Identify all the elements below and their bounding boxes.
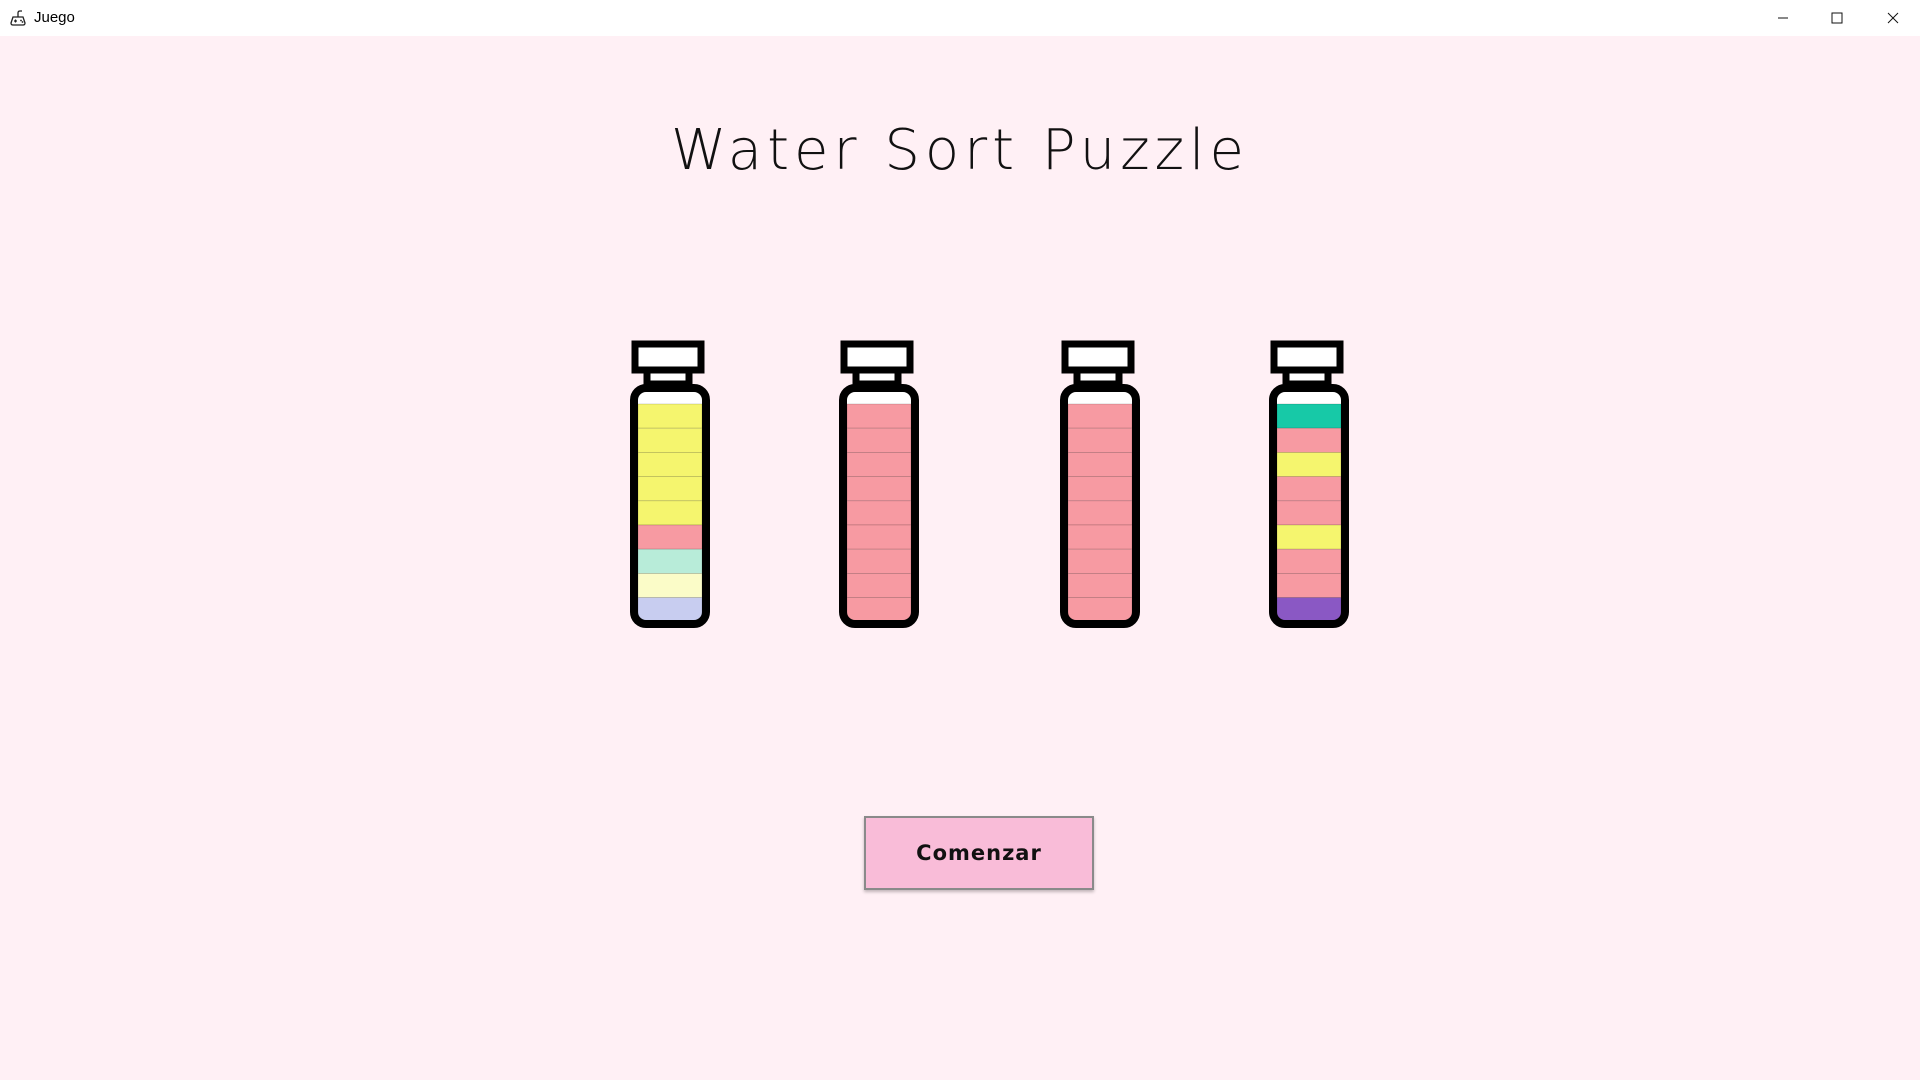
liquid-layer [637, 476, 703, 502]
liquid-layer [1276, 427, 1342, 453]
liquid-layer [846, 476, 912, 502]
liquid-layer [846, 452, 912, 478]
bottle-neck [852, 366, 902, 388]
liquid-layer [1276, 597, 1342, 623]
bottle-row [0, 0, 1920, 1080]
liquid-layer [637, 403, 703, 429]
liquid-layer [846, 597, 912, 623]
liquid-layer [1276, 548, 1342, 574]
liquid-layer [637, 452, 703, 478]
liquid-layer [846, 427, 912, 453]
bottle-neck [643, 366, 693, 388]
liquid-layer [1067, 476, 1133, 502]
bottle-cap [840, 340, 914, 374]
bottle-cap [1061, 340, 1135, 374]
liquid-layer [1276, 452, 1342, 478]
liquid-layer [1067, 597, 1133, 623]
bottle-neck [1073, 366, 1123, 388]
liquid-layer [846, 572, 912, 598]
liquid-layer [846, 403, 912, 429]
liquid-layer [637, 597, 703, 623]
liquid-layer [1276, 476, 1342, 502]
bottle-3[interactable] [1058, 340, 1142, 632]
liquid-layer [1067, 548, 1133, 574]
liquid-layer [637, 500, 703, 526]
start-button[interactable]: Comenzar [864, 816, 1094, 890]
liquid-layer [1067, 427, 1133, 453]
liquid-layer [1067, 500, 1133, 526]
bottle-cap [631, 340, 705, 374]
liquid-layer [846, 500, 912, 526]
liquid-layer [1067, 524, 1133, 550]
liquid-layer [1276, 572, 1342, 598]
bottle-4[interactable] [1267, 340, 1351, 632]
bottle-neck [1282, 366, 1332, 388]
liquid-layer [1067, 403, 1133, 429]
liquid-layer [1067, 572, 1133, 598]
liquid-layer [637, 524, 703, 550]
liquid-layer [1276, 524, 1342, 550]
liquid-layer [637, 548, 703, 574]
bottle-1[interactable] [628, 340, 712, 632]
liquid-layer [846, 548, 912, 574]
liquid-layer [1276, 403, 1342, 429]
liquid-layer [1276, 500, 1342, 526]
liquid-layer [1067, 452, 1133, 478]
bottle-2[interactable] [837, 340, 921, 632]
liquid-layer [846, 524, 912, 550]
bottle-cap [1270, 340, 1344, 374]
liquid-layer [637, 572, 703, 598]
liquid-layer [637, 427, 703, 453]
